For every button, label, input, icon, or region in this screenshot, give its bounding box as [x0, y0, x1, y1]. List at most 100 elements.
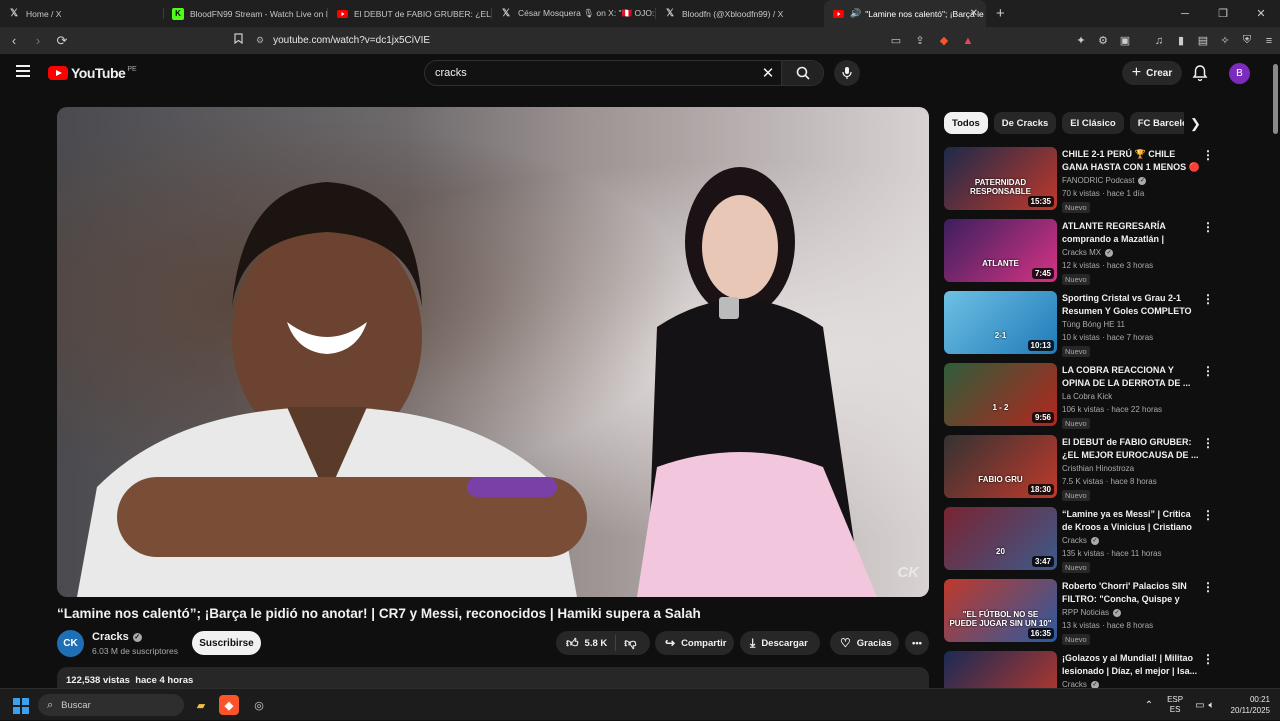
recommendation-item[interactable]: 1 - 2 9:56 LA COBRA REACCIONA Y OPINA DE L… — [944, 363, 1224, 429]
url-field[interactable]: ⚙ youtube.com/watch?v=dc1jx5CiVIE — [256, 30, 876, 51]
video-thumbnail[interactable]: FABIO GRU 18:30 — [944, 435, 1057, 498]
recommendation-item[interactable]: 20 3:47 “Lamine ya es Messi” | Crítica de … — [944, 507, 1224, 573]
video-thumbnail[interactable]: 20 3:47 — [944, 507, 1057, 570]
like-icon[interactable]: 👍︎ — [566, 636, 579, 651]
recommendation-item[interactable]: 2-1 10:13 Sporting Cristal vs Grau 2-1 Res… — [944, 291, 1224, 357]
brave-rewards-icon[interactable]: ▲ — [956, 35, 980, 47]
voice-search-button[interactable] — [834, 60, 860, 86]
create-button[interactable]: + Crear — [1122, 61, 1182, 85]
clock[interactable]: 00:21 20/11/2025 — [1231, 694, 1270, 716]
media-icon[interactable]: ♫ — [1148, 35, 1170, 47]
search-input[interactable]: cracks — [435, 67, 755, 79]
wallet-icon[interactable]: ▤ — [1192, 34, 1214, 47]
video-thumbnail[interactable]: 2-1 10:13 — [944, 291, 1057, 354]
chip-de-cracks[interactable]: De Cracks — [993, 112, 1057, 134]
recommendation-channel[interactable]: FANODRIC Podcast ✓ — [1062, 176, 1147, 185]
account-avatar[interactable]: B — [1229, 63, 1250, 84]
recommendation-channel[interactable]: Tùng Bóng HE 11 — [1062, 320, 1125, 329]
leo-icon[interactable]: ✦ — [1070, 34, 1092, 47]
browser-tab[interactable]: 𝕏 Home / X — [0, 0, 164, 27]
menu-icon[interactable]: ≡ — [1258, 35, 1280, 47]
recommendation-title[interactable]: Sporting Cristal vs Grau 2-1 Resumen Y G… — [1062, 292, 1200, 318]
recommendation-channel[interactable]: La Cobra Kick — [1062, 392, 1112, 401]
chip-fc-barcelona[interactable]: FC Barcelona — [1129, 112, 1184, 134]
search-box[interactable]: cracks ✕ — [424, 60, 824, 86]
recommendation-title[interactable]: LA COBRA REACCIONA Y OPINA DE LA DERROTA… — [1062, 364, 1200, 390]
like-count[interactable]: 5.8 K — [585, 638, 608, 649]
volume-icon[interactable]: 🔈︎ — [1209, 700, 1215, 711]
bookmark-icon[interactable] — [234, 33, 243, 47]
reload-icon[interactable]: ⟳ — [52, 31, 72, 51]
restore-icon[interactable]: ❐ — [1204, 0, 1242, 27]
video-thumbnail[interactable]: PATERNIDAD RESPONSABLE 15:35 — [944, 147, 1057, 210]
back-icon[interactable]: ‹ — [4, 31, 24, 51]
more-vert-icon[interactable]: ⋮ — [1202, 148, 1214, 162]
chip-el-clasico[interactable]: El Clásico — [1062, 112, 1124, 134]
chip-todos[interactable]: Todos — [944, 112, 988, 134]
vpn-icon[interactable]: ⛨ — [1236, 34, 1258, 47]
forward-icon[interactable]: › — [28, 31, 48, 51]
youtube-logo[interactable]: YouTube PE — [48, 65, 137, 81]
browser-tab[interactable]: 𝕏 Bloodfn (@Xbloodfn99) / X — [656, 0, 820, 27]
more-vert-icon[interactable]: ⋮ — [1202, 436, 1214, 450]
browser-tab-active[interactable]: 🔊 "Lamine nos calentó"; ¡Barça le ✕ — [824, 0, 986, 27]
recommendation-channel[interactable]: Cracks ✓ — [1062, 536, 1099, 545]
close-window-icon[interactable]: ✕ — [1242, 0, 1280, 27]
recommendation-title[interactable]: El DEBUT de FABIO GRUBER: ¿EL MEJOR EURO… — [1062, 436, 1200, 462]
ai-icon[interactable]: ✧ — [1214, 34, 1236, 47]
recommendation-item[interactable]: FABIO GRU 18:30 El DEBUT de FABIO GRUBER: … — [944, 435, 1224, 501]
windows-start-icon[interactable] — [13, 698, 29, 714]
file-explorer-icon[interactable]: ▰ — [191, 695, 211, 715]
recommendation-item[interactable]: PATERNIDAD RESPONSABLE 15:35 CHILE 2-1 PER… — [944, 147, 1224, 213]
app-icon[interactable]: ◎ — [249, 695, 269, 715]
recommendation-channel[interactable]: RPP Noticias ✓ — [1062, 608, 1121, 617]
extensions-icon[interactable]: ⚙ — [1092, 34, 1114, 47]
video-player[interactable]: CK — [57, 107, 929, 597]
recommendation-title[interactable]: ATLANTE REGRESARÍA comprando a Mazatlán … — [1062, 220, 1200, 246]
recommendation-channel[interactable]: Cracks MX ✓ — [1062, 248, 1114, 257]
clear-search-icon[interactable]: ✕ — [755, 64, 781, 82]
recommendation-title[interactable]: ¡Golazos y al Mundial! | Militao lesiona… — [1062, 652, 1200, 678]
brave-shields-icon[interactable]: ◆ — [932, 34, 956, 47]
chips-next-chevron-icon[interactable]: ❯ — [1190, 116, 1201, 132]
browser-tab[interactable]: 𝕏 César Mosquera 🎙 on X: "🇵🇪 OJO: EL — [492, 0, 656, 27]
sidebar-toggle-icon[interactable]: ▮ — [1170, 34, 1192, 47]
more-vert-icon[interactable]: ⋮ — [1202, 220, 1214, 234]
cast-icon[interactable]: ▭ — [884, 34, 908, 47]
hamburger-menu-icon[interactable] — [16, 65, 30, 77]
more-vert-icon[interactable]: ⋮ — [1202, 652, 1214, 666]
recommendation-item[interactable]: ATLANTE 7:45 ATLANTE REGRESARÍA comprando … — [944, 219, 1224, 285]
browser-tab[interactable]: El DEBUT de FABIO GRUBER: ¿EL ME — [328, 0, 492, 27]
video-thumbnail[interactable]: 1 - 2 9:56 — [944, 363, 1057, 426]
screenshot-icon[interactable]: ▣ — [1114, 34, 1136, 47]
language-indicator[interactable]: ESP ES — [1167, 695, 1183, 715]
page-scrollbar[interactable] — [1271, 54, 1280, 688]
minimize-icon[interactable]: ─ — [1166, 0, 1204, 27]
tab-close-icon[interactable]: ✕ — [970, 8, 978, 19]
recommendation-item[interactable]: "EL FÚTBOL NO SE PUEDE JUGAR SIN UN 10" 1… — [944, 579, 1224, 645]
search-button[interactable] — [781, 61, 823, 85]
site-info-icon[interactable]: ⚙ — [256, 35, 264, 46]
brave-browser-icon[interactable]: ◆ — [219, 695, 239, 715]
share-button[interactable]: ↪ Compartir — [655, 631, 734, 655]
dislike-icon[interactable]: 👎︎ — [624, 636, 636, 651]
recommendation-channel[interactable]: Cristhian Hinostroza — [1062, 464, 1134, 473]
share-page-icon[interactable]: ⇪ — [908, 34, 932, 47]
more-vert-icon[interactable]: ⋮ — [1202, 364, 1214, 378]
download-button[interactable]: ⤓ Descargar — [740, 631, 820, 655]
browser-tab[interactable]: K BloodFN99 Stream - Watch Live on K — [164, 0, 328, 27]
video-thumbnail[interactable]: ATLANTE 7:45 — [944, 219, 1057, 282]
network-icon[interactable]: ▭ — [1195, 700, 1204, 711]
recommendation-title[interactable]: “Lamine ya es Messi” | Crítica de Kroos … — [1062, 508, 1200, 534]
more-actions-icon[interactable]: ••• — [905, 631, 929, 655]
more-vert-icon[interactable]: ⋮ — [1202, 508, 1214, 522]
recommendation-title[interactable]: CHILE 2-1 PERÚ 🏆 CHILE GANA HASTA CON 1 … — [1062, 148, 1200, 174]
new-tab-button[interactable]: + — [996, 5, 1005, 22]
more-vert-icon[interactable]: ⋮ — [1202, 580, 1214, 594]
more-vert-icon[interactable]: ⋮ — [1202, 292, 1214, 306]
taskbar-search[interactable]: ⌕ Buscar — [38, 694, 184, 716]
video-thumbnail[interactable]: "EL FÚTBOL NO SE PUEDE JUGAR SIN UN 10" 1… — [944, 579, 1057, 642]
tray-chevron-icon[interactable]: ⌃ — [1145, 700, 1153, 711]
thanks-button[interactable]: ♡ Gracias — [830, 631, 899, 655]
notifications-bell-icon[interactable] — [1192, 64, 1210, 82]
